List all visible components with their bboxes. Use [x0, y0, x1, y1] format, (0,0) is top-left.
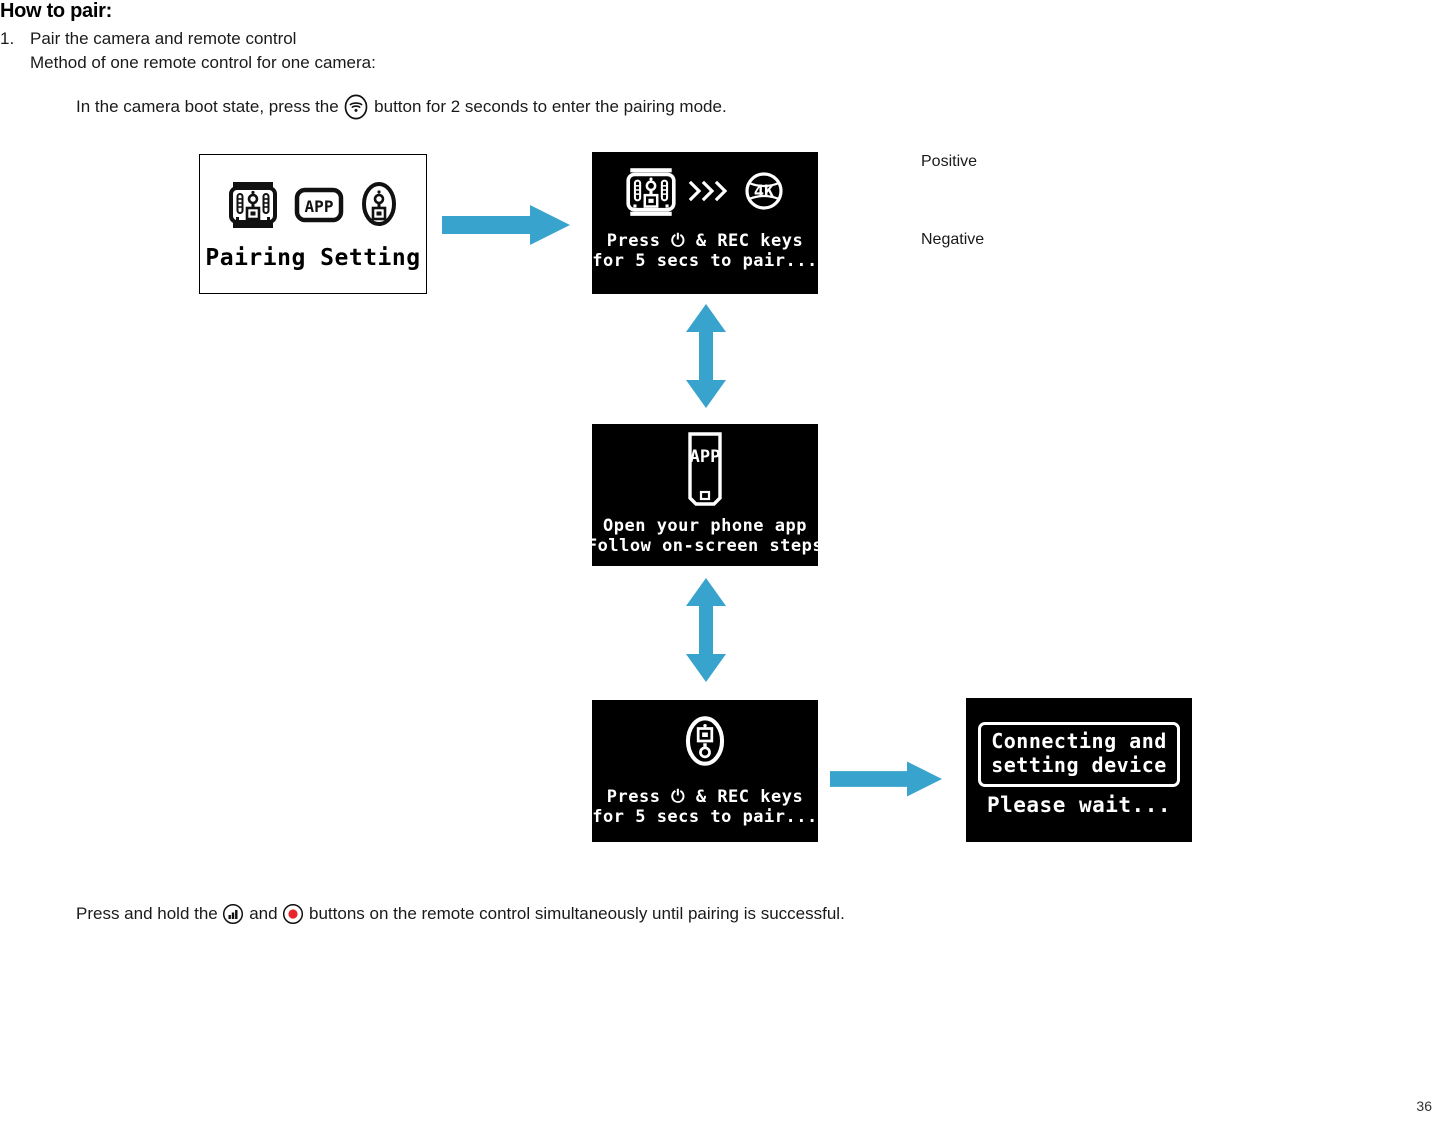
step-item: 1. Pair the camera and remote control [0, 29, 296, 49]
app-box-icon: APP [293, 178, 345, 235]
screen-label-pairing-setting: Pairing Setting [205, 244, 421, 271]
screen-press-rec-camera: 4K Press ⏻ & REC keys for 5 secs to pair… [592, 152, 818, 294]
record-button-icon [282, 903, 304, 925]
connecting-line1: Connecting and [991, 729, 1167, 754]
bottom-text-before: Press and hold the [76, 904, 223, 923]
label-negative: Negative [921, 231, 985, 248]
arrow-up-down-icon [682, 578, 730, 687]
screen-line1-open-phone-app: Open your phone app [603, 516, 807, 536]
instruction-line: In the camera boot state, press the butt… [76, 94, 727, 120]
step-subtext: Method of one remote control for one cam… [30, 53, 376, 72]
bottom-instruction-line: Press and hold the and buttons on the re… [76, 903, 845, 925]
oval-remote-icon [680, 708, 730, 779]
phone-app-icon: APP [674, 430, 736, 513]
remote-control-icon [225, 176, 281, 237]
screen-line1-press-rec-remote: Press ⏻ & REC keys [606, 787, 804, 807]
arrow-right-icon [830, 757, 942, 806]
connecting-line3: Please wait... [986, 793, 1171, 818]
oval-remote-icon [357, 176, 401, 237]
signal-bars-icon [222, 903, 244, 925]
instruction-text-before: In the camera boot state, press the [76, 97, 344, 116]
label-positive: Positive [921, 153, 978, 170]
screen-pairing-setting: APP Pairing Setting [199, 154, 427, 294]
screen-connecting-device: Connecting and setting device Please wai… [966, 698, 1192, 842]
remote-control-icon [622, 162, 680, 225]
chevrons-right-icon [688, 178, 732, 209]
svg-text:APP: APP [690, 447, 721, 467]
screen-line2-open-phone-app: Follow on-screen steps [586, 536, 824, 557]
screen-line2-press-rec-remote: for 5 secs to pair... [592, 807, 818, 828]
step-text: Pair the camera and remote control [30, 29, 297, 48]
screen-line2-press-rec-camera: for 5 secs to pair... [592, 251, 818, 272]
camera-4k-icon: 4K [740, 167, 788, 220]
arrow-up-down-icon [682, 304, 730, 413]
screen-open-phone-app: APP Open your phone app Follow on-screen… [587, 424, 823, 566]
page-number: 36 [1416, 1098, 1432, 1114]
screen-press-rec-remote: Press ⏻ & REC keys for 5 secs to pair... [592, 700, 818, 842]
wifi-icon [343, 94, 369, 120]
instruction-text-after: button for 2 seconds to enter the pairin… [369, 97, 727, 116]
screen-line1-press-rec-camera: Press ⏻ & REC keys [606, 231, 804, 251]
arrow-right-icon [442, 203, 570, 252]
connecting-message-box: Connecting and setting device [978, 722, 1180, 788]
bottom-text-between: and [244, 904, 283, 923]
svg-text:APP: APP [305, 197, 334, 216]
connecting-line2: setting device [991, 752, 1167, 777]
page-title: How to pair: [0, 0, 112, 22]
svg-text:4K: 4K [754, 182, 775, 202]
bottom-text-after: buttons on the remote control simultaneo… [304, 904, 845, 923]
step-number: 1. [0, 29, 15, 48]
